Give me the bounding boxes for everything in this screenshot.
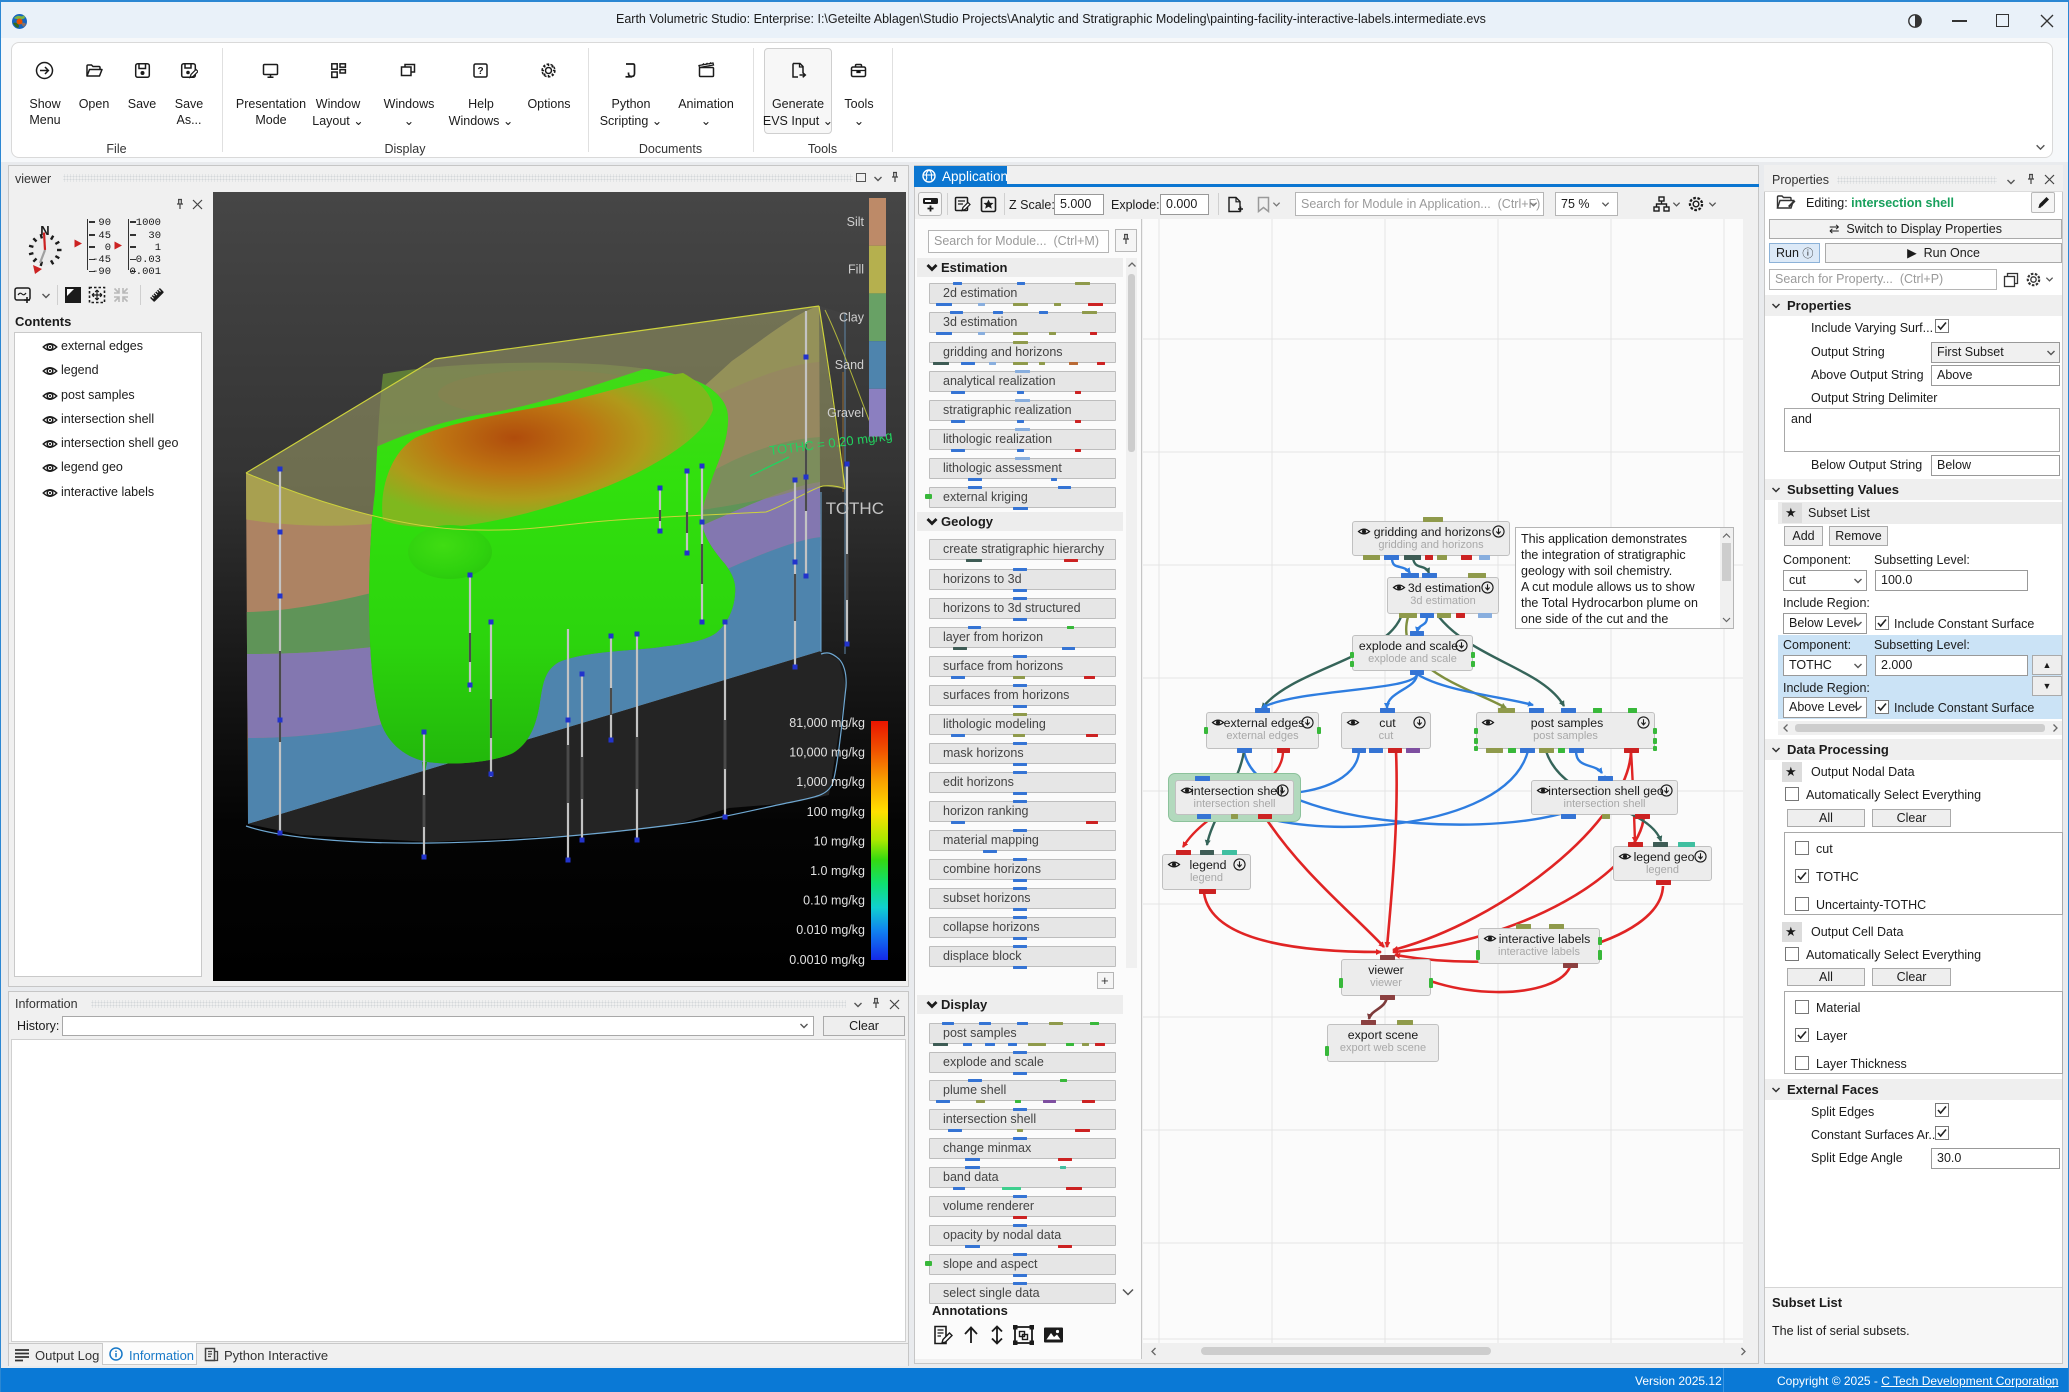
svg-text:1,000 mg/kg: 1,000 mg/kg — [796, 775, 865, 789]
svg-text:0.010 mg/kg: 0.010 mg/kg — [796, 923, 865, 937]
svg-text:0.0010 mg/kg: 0.0010 mg/kg — [789, 953, 865, 967]
svg-text:Clay: Clay — [839, 310, 865, 324]
svg-text:100 mg/kg: 100 mg/kg — [807, 805, 865, 819]
svg-text:1.0 mg/kg: 1.0 mg/kg — [810, 864, 865, 878]
svg-text:81,000 mg/kg: 81,000 mg/kg — [789, 716, 865, 730]
svg-text:10,000 mg/kg: 10,000 mg/kg — [789, 746, 865, 760]
svg-text:Gravel: Gravel — [827, 406, 864, 420]
svg-text:Silt: Silt — [847, 215, 865, 229]
svg-text:0.10 mg/kg: 0.10 mg/kg — [803, 894, 865, 908]
svg-text:Fill: Fill — [848, 263, 864, 277]
svg-text:10 mg/kg: 10 mg/kg — [814, 834, 865, 848]
svg-text:Sand: Sand — [835, 358, 864, 372]
svg-text:TOTHC: TOTHC — [826, 499, 884, 518]
svg-text:?: ? — [477, 66, 483, 77]
